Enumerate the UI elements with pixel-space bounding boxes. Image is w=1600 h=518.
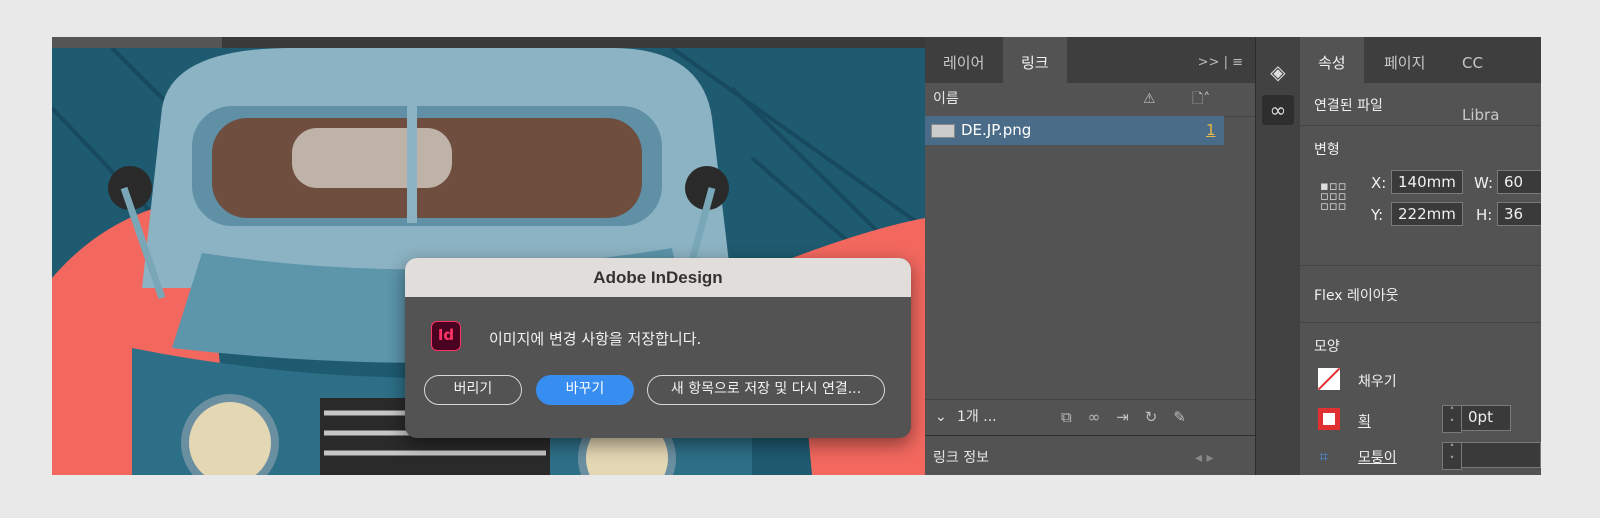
save-changes-dialog: Adobe InDesign Id 이미지에 변경 사항을 저장합니다. 버리기… <box>405 258 911 438</box>
panel-menu[interactable]: >> | ≡ <box>1198 55 1243 70</box>
overflow-chevron-icon[interactable]: >> <box>1198 55 1220 70</box>
tab-pages[interactable]: 페이지 <box>1366 37 1443 83</box>
w-field[interactable]: 60 <box>1497 170 1541 194</box>
properties-tabs: 속성 페이지 CC Libra <box>1300 37 1541 124</box>
update-link-icon[interactable]: ↻ <box>1145 408 1174 426</box>
links-footer: ⌄ 1개 ... ⧉∞⇥↻✎ <box>925 399 1255 435</box>
fill-none-icon[interactable] <box>1318 368 1340 390</box>
corner-label[interactable]: 모퉁이 <box>1358 447 1397 467</box>
layers-icon[interactable]: ◈ <box>1262 57 1294 87</box>
stroke-label[interactable]: 획 <box>1358 411 1371 431</box>
discard-button[interactable]: 버리기 <box>424 375 522 405</box>
reference-point-icon[interactable]: ▪▫▫ ▫▫▫ ▫▫▫ <box>1320 180 1346 213</box>
replace-button[interactable]: 바꾸기 <box>536 375 634 405</box>
prev-next-arrows-icon[interactable]: ◂ ▸ <box>1195 436 1214 475</box>
indesign-app-icon: Id <box>431 321 461 351</box>
tab-properties[interactable]: 속성 <box>1300 37 1364 83</box>
edit-original-icon[interactable]: ✎ <box>1173 408 1202 426</box>
h-label: H: <box>1476 206 1493 224</box>
dialog-message: 이미지에 변경 사항을 저장합니다. <box>489 330 702 348</box>
transform-heading: 변형 <box>1314 142 1340 158</box>
link-filename: DE.JP.png <box>961 121 1032 139</box>
page-column-icon[interactable]: 🗋˄ <box>1192 83 1210 116</box>
appearance-heading: 모양 <box>1314 339 1340 355</box>
properties-panel: 속성 페이지 CC Libra 연결된 파일 변형 ▪▫▫ ▫▫▫ ▫▫▫ X: 1… <box>1300 37 1541 475</box>
h-field[interactable]: 36 <box>1497 202 1541 226</box>
link-info-section[interactable]: 링크 정보 ◂ ▸ <box>925 435 1255 475</box>
links-panel-tabs: 레이어 링크 >> | ≡ <box>925 37 1255 83</box>
save-as-relink-button[interactable]: 새 항목으로 저장 및 다시 연결... <box>647 375 885 405</box>
dialog-title: Adobe InDesign <box>405 258 911 297</box>
menu-icon[interactable]: ≡ <box>1232 55 1243 70</box>
corner-stepper[interactable]: ˄ ˅ <box>1442 442 1462 470</box>
tab-links[interactable]: 링크 <box>1003 37 1067 83</box>
link-page-number[interactable]: 1 <box>1206 116 1216 145</box>
go-to-link-icon[interactable]: ⇥ <box>1116 408 1145 426</box>
link-info-title: 링크 정보 <box>933 450 989 466</box>
fill-label: 채우기 <box>1358 374 1397 390</box>
tab-cc-libraries[interactable]: CC Libra <box>1444 37 1541 124</box>
link-count: 1개 ... <box>957 409 997 425</box>
warning-icon[interactable]: ⚠ <box>1143 83 1156 116</box>
x-label: X: <box>1371 174 1387 192</box>
link-item[interactable]: DE.JP.png 1 <box>925 116 1224 145</box>
stroke-weight-field[interactable]: 0pt <box>1461 405 1511 431</box>
collapse-chevron-icon[interactable]: ⌄ <box>935 400 947 435</box>
flex-layout-heading[interactable]: Flex 레이아웃 <box>1314 285 1399 305</box>
stroke-stepper[interactable]: ˄ ˅ <box>1442 405 1462 433</box>
corner-options-icon[interactable]: ⌗ <box>1319 447 1328 467</box>
y-label: Y: <box>1371 206 1384 224</box>
document-canvas[interactable]: Adobe InDesign Id 이미지에 변경 사항을 저장합니다. 버리기… <box>52 37 925 475</box>
links-panel: 레이어 링크 >> | ≡ 이름 ⚠ 🗋˄ DE.JP.png 1 ⌄ 1개 .… <box>925 37 1255 475</box>
linked-file-heading[interactable]: 연결된 파일 <box>1314 95 1383 115</box>
links-column-header: 이름 ⚠ 🗋˄ <box>925 83 1255 117</box>
y-field[interactable]: 222mm <box>1391 202 1463 226</box>
canvas-ruler <box>52 37 925 48</box>
links-icon[interactable]: ∞ <box>1262 95 1294 125</box>
panel-icon-strip: ◈ ∞ <box>1255 37 1302 475</box>
relink-icon[interactable]: ∞ <box>1088 408 1117 426</box>
stroke-none-icon[interactable] <box>1318 408 1340 430</box>
indesign-window: Adobe InDesign Id 이미지에 변경 사항을 저장합니다. 버리기… <box>52 37 1541 475</box>
w-label: W: <box>1474 174 1494 192</box>
tab-layers[interactable]: 레이어 <box>925 37 1002 83</box>
corner-field[interactable] <box>1461 442 1541 468</box>
column-name[interactable]: 이름 <box>933 83 959 116</box>
x-field[interactable]: 140mm <box>1391 170 1463 194</box>
image-thumbnail-icon <box>931 124 955 138</box>
links-actions: ⧉∞⇥↻✎ <box>1061 400 1202 435</box>
relink-from-cc-icon[interactable]: ⧉ <box>1061 408 1088 426</box>
